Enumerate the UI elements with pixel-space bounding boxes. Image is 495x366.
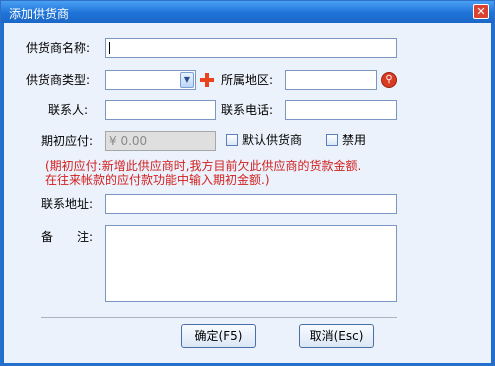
dialog-body: 供货商名称: 供货商类型: ▼ 所属地区: ⚲ 联系人: 联系电话: 期初应付:… xyxy=(4,23,491,363)
divider xyxy=(41,317,397,318)
opening-payable-label: 期初应付: xyxy=(41,134,94,148)
region-input[interactable] xyxy=(285,70,377,90)
title-bar: 添加供货商 ✕ xyxy=(1,1,494,23)
default-supplier-label[interactable]: 默认供货商 xyxy=(242,132,302,148)
default-supplier-checkbox[interactable] xyxy=(226,134,238,146)
disabled-label[interactable]: 禁用 xyxy=(342,132,366,148)
disabled-checkbox[interactable] xyxy=(326,134,338,146)
dialog-title: 添加供货商 xyxy=(9,7,70,21)
close-button[interactable]: ✕ xyxy=(473,4,489,19)
remark-textarea[interactable] xyxy=(105,225,397,302)
contact-input[interactable] xyxy=(105,100,216,120)
remark-label: 备 注: xyxy=(41,230,94,244)
address-label: 联系地址: xyxy=(41,197,94,211)
close-icon: ✕ xyxy=(476,5,486,18)
opening-payable-note-line1: (期初应付:新增此供应商时,我方目前欠此供应商的货款金额. xyxy=(45,159,362,173)
contact-label: 联系人: xyxy=(48,103,89,117)
cancel-button[interactable]: 取消(Esc) xyxy=(299,324,374,348)
search-icon[interactable]: ⚲ xyxy=(381,72,397,88)
address-input[interactable] xyxy=(105,194,397,214)
opening-payable-note-line2: 在往来帐款的应付款功能中输入期初金额.) xyxy=(45,173,270,187)
phone-label: 联系电话: xyxy=(221,103,274,117)
phone-input[interactable] xyxy=(285,100,397,120)
ok-button[interactable]: 确定(F5) xyxy=(181,324,256,348)
opening-payable-input: ¥ 0.00 xyxy=(105,131,216,151)
region-label: 所属地区: xyxy=(221,73,274,87)
supplier-type-select[interactable]: ▼ xyxy=(105,70,196,90)
text-cursor xyxy=(109,42,110,54)
chevron-down-icon[interactable]: ▼ xyxy=(180,72,194,88)
supplier-name-input[interactable] xyxy=(105,38,397,58)
dialog-window: 添加供货商 ✕ 供货商名称: 供货商类型: ▼ 所属地区: ⚲ 联系人: 联系电… xyxy=(0,0,495,366)
supplier-name-label: 供货商名称: xyxy=(26,41,91,55)
supplier-type-label: 供货商类型: xyxy=(26,73,91,87)
plus-icon[interactable] xyxy=(199,72,215,88)
